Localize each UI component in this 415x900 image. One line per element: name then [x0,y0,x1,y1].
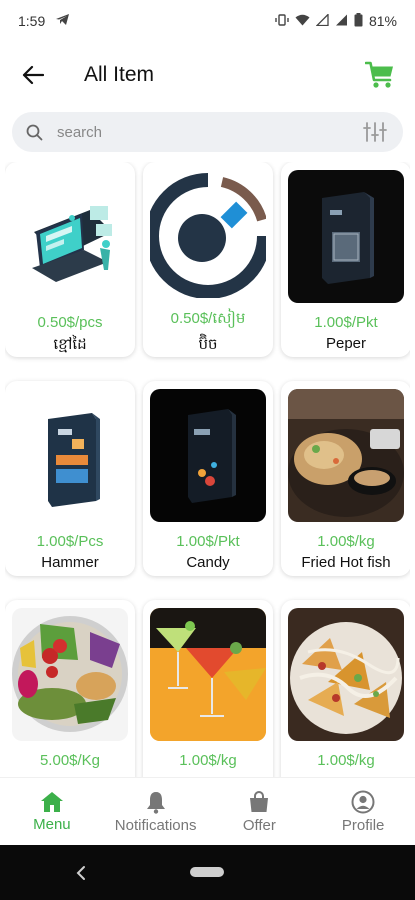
nav-label: Profile [341,816,385,834]
product-name: Hammer [41,554,99,571]
bottom-navigation: Menu Notifications Offer Profile [0,777,415,845]
product-image [288,389,404,522]
wifi-icon [295,14,310,29]
back-button[interactable] [18,60,48,90]
product-price: 0.50$/pcs [37,314,103,331]
nav-label: Notifications [114,816,197,834]
product-card[interactable]: 1.00$/Pkt Peper [281,162,410,357]
product-price: 1.00$/Pcs [36,533,104,550]
filter-button[interactable] [361,118,389,146]
product-card[interactable]: 1.00$/Pcs Hammer [5,381,135,576]
battery-percent: 81% [368,13,397,29]
product-card[interactable]: 0.50$/pcs ខ្មៅដៃ [5,162,135,357]
product-card[interactable]: 1.00$/kg Fried Hot fish [281,381,410,576]
battery-icon [354,12,363,30]
chevron-left-icon [76,866,85,880]
product-name: ខ្មៅដៃ [53,336,87,353]
product-name: Peper [325,335,367,352]
product-card[interactable]: 0.50$/សៀម ប៊ិច [143,162,273,357]
signal-icon-2 [335,14,348,29]
product-image [150,608,266,741]
shopping-cart-icon [365,61,393,88]
product-price: 1.00$/kg [317,533,375,550]
system-back-button[interactable] [72,861,92,885]
product-price: 1.00$/kg [179,752,237,769]
nav-item-notifications[interactable]: Notifications [106,790,206,834]
product-name: Fried Hot fish [301,554,391,571]
product-image [288,170,404,303]
vibrate-icon [275,13,289,29]
system-navigation-bar [0,845,415,900]
nav-label: Menu [33,815,71,833]
product-price: 1.00$/Pkt [314,314,378,331]
product-image [12,170,128,303]
cart-button[interactable] [363,58,397,92]
nav-item-menu[interactable]: Menu [2,791,102,833]
product-card[interactable]: 1.00$/Pkt Candy [143,381,273,576]
product-price: 1.00$/kg [317,752,375,769]
product-price: 1.00$/Pkt [176,533,240,550]
product-price: 0.50$/សៀម [170,310,246,327]
telegram-icon [55,13,70,29]
search-icon [26,124,43,140]
shopping-bag-icon [250,790,269,812]
product-image [12,389,128,522]
product-price: 5.00$/Kg [39,752,101,769]
filter-sliders-icon [363,122,387,142]
profile-icon [351,790,375,813]
signal-icon [315,12,329,29]
nav-item-profile[interactable]: Profile [313,790,413,834]
arrow-left-icon [22,65,44,85]
home-icon [40,791,63,812]
product-name: ប៊ិច [198,336,218,353]
app-header: All Item [0,50,415,100]
nav-label: Offer [242,816,276,834]
product-image [12,608,128,741]
search-bar [12,112,403,152]
nav-item-offer[interactable]: Offer [209,790,309,834]
status-bar: 1:59 81% [0,0,415,42]
search-input[interactable] [57,123,361,141]
product-image [288,608,404,741]
product-card[interactable]: 1.00$/kg [143,600,273,777]
status-icons: 81% [275,12,397,30]
system-home-pill[interactable] [190,867,224,877]
page-title: All Item [84,63,155,86]
product-grid: 0.50$/pcs ខ្មៅដៃ 0.50$/សៀម ប៊ិច 1.00$/Pk… [5,162,410,777]
status-time: 1:59 [18,13,46,29]
bell-icon [146,791,165,814]
product-card[interactable]: 5.00$/Kg [5,600,135,777]
product-image [150,389,266,522]
product-name: Candy [186,554,230,571]
product-card[interactable]: 1.00$/kg [281,600,410,777]
product-image [150,170,266,298]
